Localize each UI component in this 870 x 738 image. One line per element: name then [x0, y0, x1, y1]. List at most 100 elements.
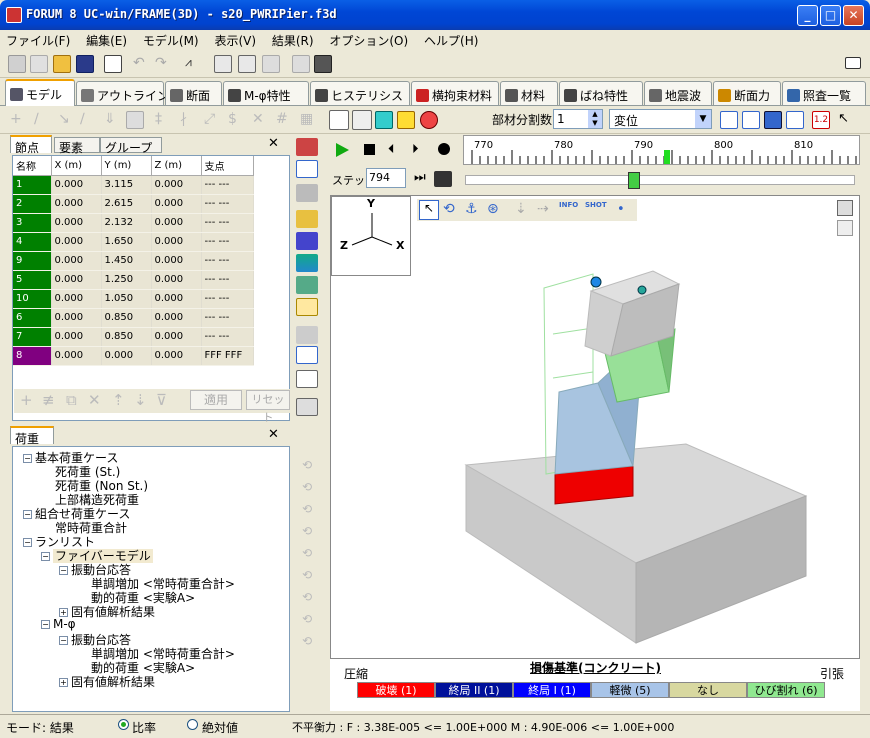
open-folder-icon[interactable]	[53, 55, 71, 73]
table-row[interactable]: 2 0.000 2.615 0.000 --- ---	[13, 194, 254, 214]
cursor-icon[interactable]: ↖	[838, 111, 856, 129]
table-cell[interactable]: --- ---	[201, 289, 254, 309]
close-icon[interactable]: ✕	[268, 136, 279, 151]
table-cell[interactable]: 0.000	[51, 251, 102, 271]
table-icon[interactable]	[126, 111, 144, 129]
table-cell[interactable]: 0.000	[51, 270, 102, 290]
select-cursor-icon[interactable]: ↖	[419, 200, 439, 220]
rotate-icon[interactable]: ⟲	[443, 201, 455, 217]
close-button[interactable]: ✕	[843, 5, 864, 26]
add-element-icon[interactable]: ∕	[34, 111, 52, 129]
table-cell[interactable]: 0.000	[51, 232, 102, 252]
table-row[interactable]: 10 0.000 1.050 0.000 --- ---	[13, 289, 254, 309]
report-settings-icon[interactable]	[238, 55, 256, 73]
fiber-icon[interactable]	[296, 298, 318, 316]
spinner-icon[interactable]: ▲ ▼	[588, 110, 602, 128]
result-icon[interactable]	[420, 111, 438, 129]
save-icon[interactable]	[76, 55, 94, 73]
move-icon[interactable]: ↘	[58, 111, 76, 129]
step-back-icon[interactable]: ⏴	[388, 142, 395, 157]
tab-check-list[interactable]: 照査一覧	[782, 81, 866, 105]
table-cell[interactable]: --- ---	[201, 175, 254, 195]
layer-icon[interactable]	[296, 254, 318, 272]
table-cell[interactable]: --- ---	[201, 251, 254, 271]
tab-m-phi[interactable]: M-φ特性	[223, 81, 309, 105]
collapse-icon[interactable]: −	[59, 566, 68, 575]
pencil-icon[interactable]	[296, 138, 318, 156]
slider-thumb[interactable]	[627, 172, 640, 189]
delete-row-icon[interactable]: ✕	[88, 391, 101, 409]
col-support[interactable]: 支点	[201, 156, 254, 176]
print-preview-icon[interactable]	[104, 55, 122, 73]
reset-button[interactable]: リセット	[246, 390, 290, 424]
collapse-icon[interactable]: −	[23, 538, 32, 547]
tab-spring[interactable]: ばね特性	[559, 81, 643, 105]
table-cell[interactable]: 0.000	[51, 175, 102, 195]
expand-icon[interactable]: +	[59, 678, 68, 687]
table-row[interactable]: 4 0.000 1.650 0.000 --- ---	[13, 232, 254, 252]
member-div-input[interactable]: 1 ▲ ▼	[553, 109, 603, 129]
table-cell[interactable]: 1.650	[101, 232, 152, 252]
table-cell[interactable]: 0.850	[101, 308, 152, 328]
tree-item[interactable]: + 固有値解析結果	[59, 673, 155, 690]
node-marker[interactable]	[590, 276, 602, 288]
skip-end-icon[interactable]: ⏭	[414, 170, 426, 185]
menu-results[interactable]: 結果(R)	[266, 30, 320, 49]
label-icon[interactable]	[397, 111, 415, 129]
table-cell[interactable]: 0.850	[101, 327, 152, 347]
menu-help[interactable]: ヘルプ(H)	[418, 30, 484, 49]
table-cell[interactable]: 1.250	[101, 270, 152, 290]
node-id-cell[interactable]: 5	[13, 270, 52, 290]
display-select[interactable]: 変位 ▼	[609, 109, 712, 129]
new-file-icon[interactable]	[8, 55, 26, 73]
graph-icon[interactable]: ⩘	[185, 55, 203, 73]
cube-icon[interactable]	[296, 398, 318, 416]
window-layout-icon[interactable]	[837, 200, 853, 216]
keyboard-icon[interactable]	[845, 57, 861, 69]
ruler-icon[interactable]	[296, 210, 318, 228]
collapse-icon[interactable]: −	[41, 620, 50, 629]
pan-icon[interactable]: ⚓	[465, 201, 478, 217]
close-load-icon[interactable]: ✕	[268, 427, 279, 442]
menu-view[interactable]: 表示(V)	[208, 30, 262, 49]
insert-icon[interactable]: ≢	[42, 391, 55, 409]
tab-nodes[interactable]: 節点	[10, 135, 52, 155]
node-id-cell[interactable]: 9	[13, 251, 52, 271]
tab-material[interactable]: 材料	[500, 81, 558, 105]
col-x[interactable]: X (m)	[51, 156, 102, 176]
rotation-tools[interactable]: ⟲ ⟲ ⟲ ⟲ ⟲ ⟲ ⟲ ⟲ ⟲	[296, 454, 318, 654]
table-cell[interactable]: 2.132	[101, 213, 152, 233]
color-map-icon[interactable]	[296, 232, 318, 250]
deform-icon[interactable]	[296, 276, 318, 294]
table-cell[interactable]: 1.050	[101, 289, 152, 309]
step-forward-icon[interactable]: ⏵	[412, 142, 419, 157]
load-arrow-icon[interactable]	[296, 184, 318, 202]
new-wizard-icon[interactable]	[30, 55, 48, 73]
tab-section-force[interactable]: 断面力	[713, 81, 781, 105]
menu-model[interactable]: モデル(M)	[137, 30, 205, 49]
fit-icon[interactable]: ⇣	[515, 201, 527, 217]
zoom-icon[interactable]: ⊛	[487, 201, 499, 217]
table-cell[interactable]: 0.000	[51, 213, 102, 233]
maximize-button[interactable]: □	[820, 5, 841, 26]
table-cell[interactable]: --- ---	[201, 232, 254, 252]
menu-edit[interactable]: 編集(E)	[80, 30, 133, 49]
node-id-cell[interactable]: 4	[13, 232, 52, 252]
step-input[interactable]: 794	[366, 168, 406, 188]
tab-section[interactable]: 断面	[165, 81, 222, 105]
table-cell[interactable]: 0.000	[151, 194, 202, 214]
app-icon[interactable]	[6, 7, 22, 23]
link-icon[interactable]: ∕	[80, 111, 98, 129]
table-cell[interactable]: --- ---	[201, 308, 254, 328]
view3d-icon[interactable]	[375, 111, 393, 129]
table-cell[interactable]: 0.000	[151, 308, 202, 328]
col-z[interactable]: Z (m)	[151, 156, 202, 176]
timeline-ruler[interactable]: 770 780 790 800 810	[463, 135, 860, 165]
filter-icon[interactable]: ⊽	[156, 391, 167, 409]
table-cell[interactable]: --- ---	[201, 194, 254, 214]
info-icon[interactable]: INFO	[559, 201, 578, 209]
apply-button[interactable]: 適用	[190, 390, 242, 410]
histogram-icon[interactable]	[296, 370, 318, 388]
expand-icon[interactable]: +	[59, 608, 68, 617]
col-y[interactable]: Y (m)	[101, 156, 152, 176]
